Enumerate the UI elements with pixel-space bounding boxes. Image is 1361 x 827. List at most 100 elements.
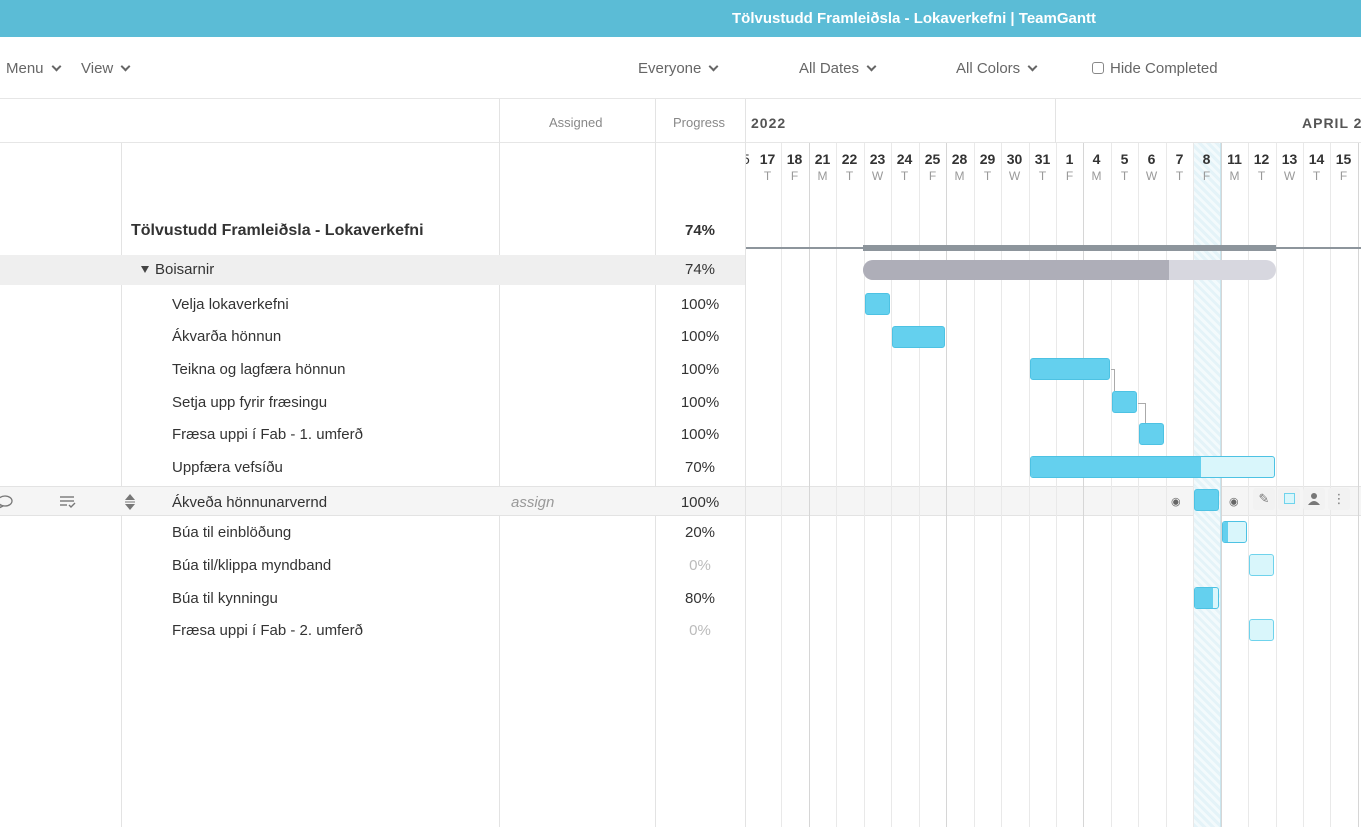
day-label: 18 F: [781, 151, 808, 183]
project-name[interactable]: Tölvustudd Framleiðsla - Lokaverkefni: [131, 222, 424, 240]
weekday-letter: W: [1145, 169, 1158, 183]
menu-dropdown[interactable]: Menu: [6, 60, 61, 77]
chevron-down-icon: [1027, 61, 1038, 72]
task-bar[interactable]: [1139, 423, 1164, 445]
task-bar[interactable]: [1112, 391, 1137, 413]
task-progress: 0%: [689, 622, 711, 639]
person-icon[interactable]: [1303, 488, 1325, 510]
task-progress: 100%: [680, 296, 720, 313]
task-name[interactable]: Uppfæra vefsíðu: [172, 459, 283, 476]
day-label: 4M: [1083, 151, 1110, 183]
dependency-line: [1138, 403, 1146, 425]
task-name[interactable]: Fræsa uppi í Fab - 1. umferð: [172, 426, 363, 443]
day-number: 23: [869, 151, 886, 167]
weekday-letter: M: [954, 169, 965, 183]
day-gridline: [1276, 143, 1277, 827]
task-row[interactable]: Búa til/klippa myndband 0%: [0, 550, 745, 582]
task-row[interactable]: Ákvarða hönnun 100%: [0, 321, 745, 353]
color-swatch-icon[interactable]: [1278, 488, 1300, 510]
task-name[interactable]: Búa til einblöðung: [172, 524, 291, 541]
task-bar[interactable]: [1249, 619, 1274, 641]
day-number: 12: [1253, 151, 1270, 167]
weekday-letter: F: [1339, 169, 1348, 183]
caret-down-icon[interactable]: [141, 266, 149, 273]
project-row[interactable]: Tölvustudd Framleiðsla - Lokaverkefni 74…: [0, 215, 745, 247]
chevron-down-icon: [866, 61, 877, 72]
day-number: 18: [786, 151, 803, 167]
menu-label: Menu: [6, 60, 44, 77]
day-number: 29: [979, 151, 996, 167]
comment-icon[interactable]: [0, 495, 13, 509]
task-bar[interactable]: [1222, 521, 1247, 543]
task-progress: 80%: [684, 590, 716, 607]
task-row[interactable]: Setja upp fyrir fræsingu 100%: [0, 387, 745, 419]
pencil-icon[interactable]: ✎: [1253, 488, 1275, 510]
weekday-letter: F: [928, 169, 937, 183]
header-divider: [746, 142, 1361, 143]
day-gridline: [836, 143, 837, 827]
milestone-icon[interactable]: ◉: [1229, 495, 1239, 508]
weekday-letter: M: [1091, 169, 1102, 183]
colors-filter-dropdown[interactable]: All Colors: [956, 60, 1038, 77]
task-row[interactable]: Fræsa uppi í Fab - 2. umferð 0%: [0, 615, 745, 647]
day-label: 30 W: [1001, 151, 1028, 183]
progress-column-header[interactable]: Progress: [673, 115, 725, 130]
task-row[interactable]: Fræsa uppi í Fab - 1. umferð 100%: [0, 419, 745, 451]
view-dropdown[interactable]: View: [81, 60, 131, 77]
task-bar-progress: [1031, 457, 1202, 477]
task-row[interactable]: Búa til einblöðung 20%: [0, 517, 745, 549]
weekday-letter: T: [1038, 169, 1047, 183]
drag-handle-icon[interactable]: [124, 493, 136, 511]
task-bar[interactable]: [1194, 587, 1219, 609]
task-row[interactable]: Uppfæra vefsíðu 70%: [0, 452, 745, 484]
task-row[interactable]: Velja lokaverkefni 100%: [0, 289, 745, 321]
weekday-letter: T: [763, 169, 772, 183]
task-bar[interactable]: [892, 326, 945, 348]
task-row[interactable]: Búa til kynningu 80%: [0, 583, 745, 615]
task-name[interactable]: Ákveða hönnunarvernd: [172, 494, 327, 511]
milestone-icon[interactable]: ◉: [1171, 495, 1181, 508]
task-progress: 100%: [680, 361, 720, 378]
day-label: 22 T: [836, 151, 863, 183]
people-filter-dropdown[interactable]: Everyone: [638, 60, 719, 77]
day-label: 6W: [1138, 151, 1165, 183]
task-bar[interactable]: [1194, 489, 1219, 511]
task-progress: 100%: [680, 394, 720, 411]
task-bar[interactable]: [865, 293, 890, 315]
weekday-letter: W: [871, 169, 884, 183]
day-number: 15: [1335, 151, 1352, 167]
group-bar[interactable]: [863, 260, 1276, 280]
task-bar[interactable]: [1249, 554, 1274, 576]
task-row[interactable]: Teikna og lagfæra hönnun 100%: [0, 354, 745, 386]
dates-filter-dropdown[interactable]: All Dates: [799, 60, 877, 77]
task-name[interactable]: Búa til kynningu: [172, 590, 278, 607]
hide-completed-toggle[interactable]: Hide Completed: [1092, 60, 1218, 77]
task-name[interactable]: Búa til/klippa myndband: [172, 557, 331, 574]
group-row[interactable]: Boisarnir 74%: [0, 255, 745, 285]
group-name-wrap[interactable]: Boisarnir: [141, 261, 214, 278]
more-icon[interactable]: ⋮: [1328, 488, 1350, 510]
weekday-letter: T: [1257, 169, 1266, 183]
task-name[interactable]: Teikna og lagfæra hönnun: [172, 361, 345, 378]
task-name[interactable]: Ákvarða hönnun: [172, 328, 281, 345]
assign-link[interactable]: assign: [511, 494, 554, 511]
task-name[interactable]: Setja upp fyrir fræsingu: [172, 394, 327, 411]
gantt-chart[interactable]: 2022 APRIL 20 5 17T18F21M22T23W24T25F28M…: [745, 99, 1361, 827]
task-bar[interactable]: [1030, 456, 1275, 478]
weekday-letter: W: [1008, 169, 1021, 183]
day-number: 13: [1281, 151, 1298, 167]
day-label: 13 W: [1276, 151, 1303, 183]
checkbox-icon[interactable]: [1092, 62, 1104, 74]
day-label: 31 T: [1029, 151, 1056, 183]
checklist-icon[interactable]: [59, 494, 77, 510]
weekday-letter: T: [1120, 169, 1129, 183]
people-filter-label: Everyone: [638, 60, 702, 77]
task-name[interactable]: Fræsa uppi í Fab - 2. umferð: [172, 622, 363, 639]
day-gridline: [781, 143, 782, 827]
task-name[interactable]: Velja lokaverkefni: [172, 296, 289, 313]
assigned-column-header[interactable]: Assigned: [549, 115, 602, 130]
day-number: 21: [814, 151, 831, 167]
weekday-letter: T: [983, 169, 992, 183]
task-bar[interactable]: [1030, 358, 1110, 380]
month-label: 2022: [751, 115, 787, 131]
